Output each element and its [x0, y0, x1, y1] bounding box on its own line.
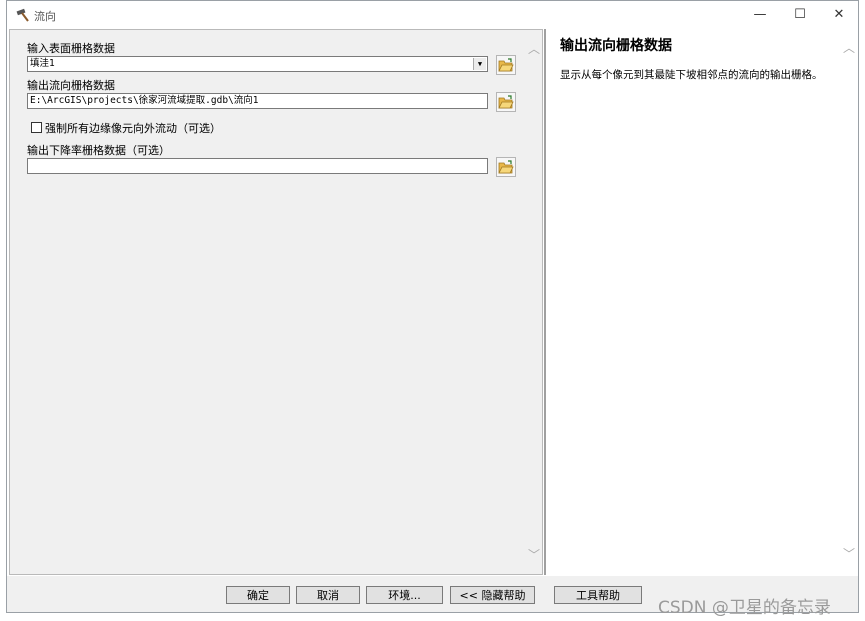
cancel-button[interactable]: 取消 — [296, 586, 360, 604]
force-edge-checkbox[interactable] — [31, 122, 42, 133]
hammer-icon — [15, 7, 31, 23]
help-text: 显示从每个像元到其最陡下坡相邻点的流向的输出栅格。 — [560, 69, 823, 81]
scroll-down-icon[interactable]: ﹀ — [528, 546, 540, 563]
minimize-icon[interactable]: — — [740, 1, 780, 28]
tool-help-button[interactable]: 工具帮助 — [554, 586, 642, 604]
scroll-up-icon[interactable]: ︿ — [528, 40, 540, 57]
output-drop-input[interactable] — [27, 158, 488, 174]
input-surface-value: 填洼1 — [30, 58, 55, 69]
parameters-pane: 输入表面栅格数据 填洼1 ▼ 输出流向栅格数据 E:\ArcGIS\projec… — [9, 29, 543, 575]
folder-open-icon[interactable] — [496, 92, 516, 112]
scroll-down-icon[interactable]: ﹀ — [843, 545, 855, 562]
output-flow-label: 输出流向栅格数据 — [27, 79, 115, 92]
maximize-icon[interactable]: ☐ — [780, 1, 820, 28]
hide-help-button[interactable]: << 隐藏帮助 — [450, 586, 535, 604]
output-flow-value: E:\ArcGIS\projects\徐家河流域提取.gdb\流向1 — [30, 95, 259, 106]
title-bar: 流向 — ☐ ✕ — [7, 1, 858, 28]
tool-dialog-window: 流向 — ☐ ✕ 输入表面栅格数据 填洼1 ▼ 输出流向栅格数据 E:\ArcG… — [6, 0, 859, 613]
chevron-down-icon[interactable]: ▼ — [473, 58, 486, 70]
window-title: 流向 — [34, 10, 56, 23]
output-flow-input[interactable]: E:\ArcGIS\projects\徐家河流域提取.gdb\流向1 — [27, 93, 488, 109]
help-title: 输出流向栅格数据 — [560, 38, 672, 54]
folder-open-icon[interactable] — [496, 157, 516, 177]
folder-open-icon[interactable] — [496, 55, 516, 75]
input-surface-label: 输入表面栅格数据 — [27, 42, 115, 55]
close-icon[interactable]: ✕ — [819, 1, 859, 28]
help-pane: 输出流向栅格数据 显示从每个像元到其最陡下坡相邻点的流向的输出栅格。 ︿ ﹀ — [544, 29, 858, 575]
force-edge-label: 强制所有边缘像元向外流动（可选） — [45, 122, 221, 135]
watermark: CSDN @卫星的备忘录 — [658, 598, 831, 618]
environments-button[interactable]: 环境... — [366, 586, 443, 604]
input-surface-dropdown[interactable]: 填洼1 ▼ — [27, 56, 488, 72]
scroll-up-icon[interactable]: ︿ — [843, 39, 855, 56]
ok-button[interactable]: 确定 — [226, 586, 290, 604]
output-drop-label: 输出下降率栅格数据（可选） — [27, 144, 170, 157]
